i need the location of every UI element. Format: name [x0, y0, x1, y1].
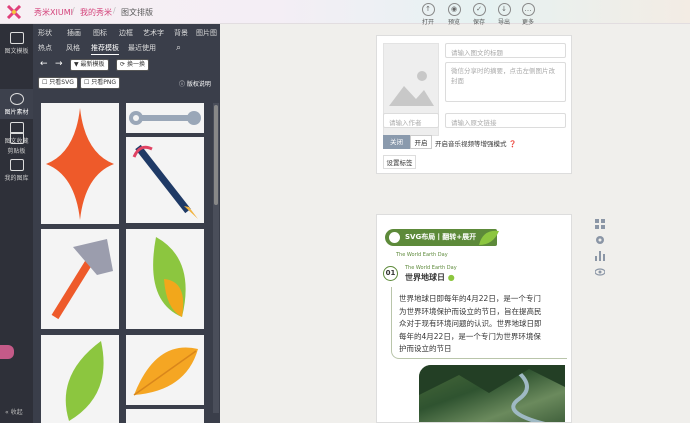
yellow-leaf-tile[interactable] [126, 335, 204, 405]
tab-art-text[interactable]: 艺术字 [143, 28, 164, 38]
set-tags-button[interactable]: 设置标签 [383, 155, 416, 169]
open-music-button[interactable]: 开启 [410, 135, 432, 149]
globe-icon [389, 232, 400, 243]
wrench-icon [129, 111, 201, 125]
breadcrumb-editor: 图文排版 [121, 8, 153, 17]
star-shape-icon [46, 108, 114, 220]
source-link-input[interactable]: 请输入原文链接 [445, 113, 566, 128]
green-leaf-icon [65, 341, 104, 421]
tab-recommended[interactable]: 推荐模板 [91, 43, 119, 55]
save-icon: ✓ [472, 3, 486, 16]
green-leaf-tile[interactable] [41, 335, 119, 423]
hammer-icon [51, 239, 113, 320]
breadcrumb-my-xiumi[interactable]: 我的秀米 [80, 7, 112, 18]
tab-shape[interactable]: 形状 [38, 28, 52, 38]
material-grid [41, 103, 207, 423]
rail-item-gallery[interactable]: 我的图库 [0, 155, 33, 183]
only-svg-checkbox[interactable]: ☐ 只看SVG [38, 77, 78, 89]
grid-tool-icon[interactable] [595, 219, 605, 229]
top-bar: 秀米XIUMI / 我的秀米 / 图文排版 ↑ 打开 ◉ 预览 ✓ 保存 ↓ 导出 … 更… [0, 0, 690, 26]
hammer-tile[interactable] [41, 229, 119, 329]
section-title: 世界地球日 ● [405, 273, 455, 282]
tab-background[interactable]: 背景 [174, 28, 188, 38]
preview-button[interactable]: ◉ 预览 [443, 3, 465, 26]
tab-illustration[interactable]: 插画 [67, 28, 81, 38]
help-icon[interactable]: ❓ [509, 140, 517, 148]
rail-item-templates[interactable]: 图文模板 [0, 29, 33, 57]
landscape-photo[interactable] [419, 365, 565, 422]
music-mode-label: 开启音乐视频等增强模式 ❓ [435, 140, 517, 148]
tab-hot[interactable]: 热点 [38, 43, 52, 53]
settings-tool-icon[interactable] [595, 235, 605, 245]
leaf-decoration-icon [479, 230, 499, 245]
xiumi-logo-icon [6, 5, 22, 19]
template-icon [9, 32, 24, 44]
more-icon: … [521, 3, 535, 16]
leaf-icon [153, 237, 186, 317]
yellow-leaf-icon [133, 347, 198, 396]
brand-name[interactable]: 秀米XIUMI [34, 7, 73, 18]
summary-input[interactable]: 微信分享时的摘要，点击左侧图片改封面 [445, 62, 566, 102]
tab-recent[interactable]: 最近使用 [128, 43, 156, 53]
export-button[interactable]: ↓ 导出 [493, 3, 515, 26]
pen-icon [132, 144, 198, 219]
article-meta-card: 请输入图文的标题 微信分享时的摘要，点击左侧图片改封面 请输入作者 请输入原文链… [376, 35, 572, 174]
clipboard-icon [9, 132, 24, 144]
collapse-button[interactable]: « 收起 [5, 407, 23, 416]
rail-item-favorites[interactable]: 图文收藏 [0, 100, 33, 145]
open-button[interactable]: ↑ 打开 [417, 3, 439, 26]
arrow-left-icon[interactable]: ← [40, 59, 48, 69]
material-tile[interactable] [126, 409, 204, 423]
search-icon[interactable]: ⌕ [176, 43, 181, 53]
article-content-card: SVG布局丨翻转+展开 The World Earth Day 01 The W… [376, 214, 572, 423]
rail-item-clipboard[interactable]: 剪贴板 [0, 128, 33, 156]
wrench-tile[interactable] [126, 103, 204, 133]
only-png-checkbox[interactable]: ☐ 只看PNG [80, 77, 121, 89]
copyright-link[interactable]: ⓘ 版权说明 [179, 79, 211, 88]
tab-picture[interactable]: 图片图 [196, 28, 217, 38]
section-number: 01 [383, 266, 398, 281]
article-body-text[interactable]: 世界地球日即每年的4月22日，是一个专门为世界环境保护而设立的节日，旨在提高民众… [399, 293, 547, 356]
river-valley-image [419, 365, 565, 422]
stats-tool-icon[interactable] [595, 251, 605, 261]
title-input[interactable]: 请输入图文的标题 [445, 43, 566, 58]
close-music-button[interactable]: 关闭 [383, 135, 410, 149]
tab-style[interactable]: 风格 [66, 43, 80, 53]
section-title-en: The World Earth Day [405, 265, 457, 271]
tab-border[interactable]: 边框 [119, 28, 133, 38]
open-icon: ↑ [421, 3, 435, 16]
breadcrumb-separator: / [72, 6, 75, 15]
leaf-tile[interactable] [126, 229, 204, 329]
sub-tabs: 热点 风格 推荐模板 最近使用 ⌕ [33, 41, 220, 55]
arrow-right-icon[interactable]: → [55, 59, 63, 69]
breadcrumb-separator: / [113, 6, 116, 15]
preview-icon: ◉ [447, 3, 461, 16]
banner-subtitle: The World Earth Day [396, 252, 448, 258]
tab-icon[interactable]: 图标 [93, 28, 107, 38]
swap-button[interactable]: ⟳ 换一换 [116, 59, 149, 71]
new-template-button[interactable]: ▼ 最新模板 [70, 59, 109, 71]
author-input[interactable]: 请输入作者 [383, 113, 439, 128]
feedback-tab[interactable] [0, 345, 14, 359]
save-button[interactable]: ✓ 保存 [468, 3, 490, 26]
export-icon: ↓ [497, 3, 511, 16]
left-rail: 图文模板 图片素材 图文收藏 剪贴板 我的图库 [0, 24, 33, 423]
pen-tile[interactable] [126, 137, 204, 223]
panel-scrollbar[interactable] [213, 103, 219, 413]
category-tabs: 形状 插画 图标 边框 艺术字 背景 图片图 [33, 26, 220, 39]
dot-icon: ● [447, 273, 455, 282]
eye-tool-icon[interactable] [594, 267, 606, 277]
gallery-icon [9, 159, 24, 171]
more-button[interactable]: … 更多 [517, 3, 539, 26]
star-shape-tile[interactable] [41, 103, 119, 224]
